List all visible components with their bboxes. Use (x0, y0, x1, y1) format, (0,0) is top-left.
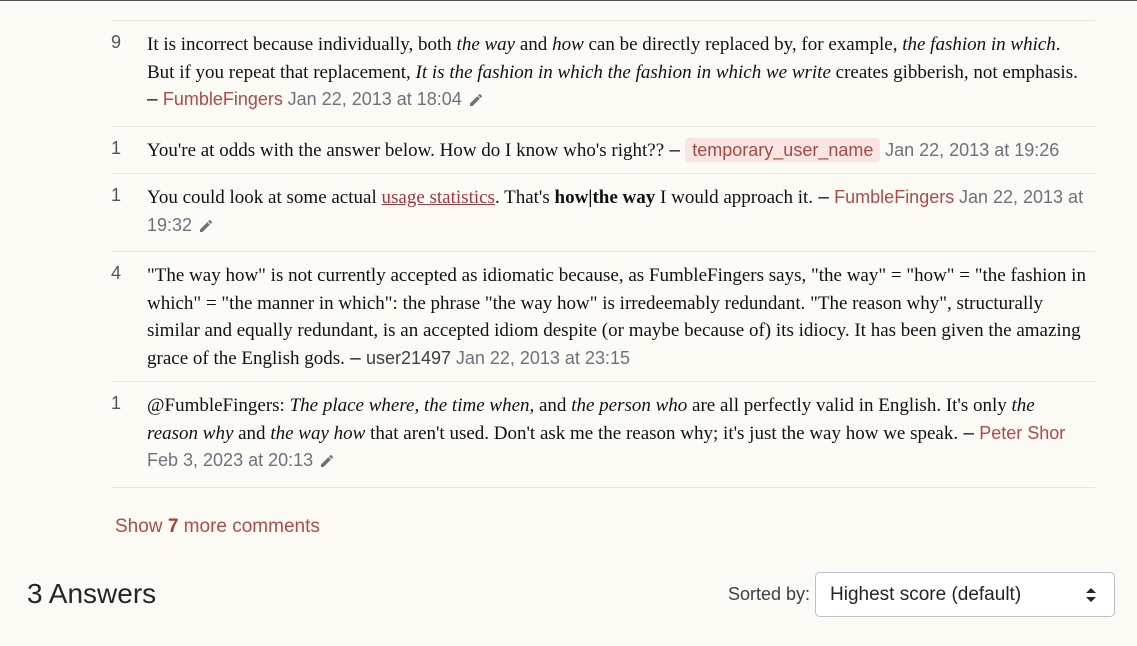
comments-list: 9 It is incorrect because individually, … (111, 20, 1095, 488)
comment-body: It is incorrect because individually, bo… (147, 31, 1095, 117)
comment-body: You're at odds with the answer below. Ho… (147, 137, 1095, 165)
comment-item: 1 @FumbleFingers: The place where, the t… (111, 382, 1095, 488)
answers-count-heading: 3 Answers (27, 578, 157, 609)
comment-score[interactable]: 1 (111, 137, 147, 165)
comment-author-link[interactable]: FumbleFingers (834, 187, 954, 207)
comment-date[interactable]: Jan 22, 2013 at 23:15 (456, 348, 630, 368)
comment-text: You're at odds with the answer below. Ho… (147, 139, 665, 161)
comment-text: are all perfectly valid in English. It's… (687, 395, 1012, 416)
comment-dash: – (664, 139, 686, 161)
comment-body: @FumbleFingers: The place where, the tim… (147, 392, 1095, 478)
show-more-comments-link[interactable]: Show 7 more comments (115, 516, 320, 538)
comment-emphasis: It is the fashion in which the fashion i… (415, 61, 831, 83)
show-more-count: 7 (167, 516, 179, 537)
pencil-icon[interactable] (198, 215, 214, 243)
show-more-prefix: Show (115, 516, 168, 537)
comment-dash: – (147, 89, 163, 110)
comment-emphasis: the person who (571, 395, 688, 416)
comment-text: that aren't used. Don't ask me the reaso… (365, 422, 959, 444)
comment-dash: – (958, 422, 980, 444)
show-more-suffix: more comments (178, 516, 320, 537)
comment-text: and (233, 422, 271, 444)
comment-date[interactable]: Jan 22, 2013 at 19:26 (885, 140, 1059, 160)
comment-text: You could look at some actual (147, 187, 382, 208)
pencil-icon[interactable] (468, 89, 484, 117)
comment-score[interactable]: 4 (111, 262, 147, 372)
comment-body: You could look at some actual usage stat… (147, 184, 1095, 242)
comment-text: and (534, 395, 572, 416)
comment-date[interactable]: Feb 3, 2023 at 20:13 (147, 450, 313, 470)
comment-score[interactable]: 1 (111, 184, 147, 242)
comment-text: @FumbleFingers: (147, 395, 290, 416)
sort-select-value: Highest score (default) (830, 584, 1022, 605)
comment-emphasis: how (552, 34, 584, 55)
comment-body: "The way how" is not currently accepted … (147, 262, 1095, 372)
comment-emphasis: The place where, the time when, (289, 395, 535, 416)
comment-author-op-badge[interactable]: temporary_user_name (685, 137, 881, 162)
comment-item: 1 You're at odds with the answer below. … (111, 127, 1095, 174)
sorted-by-label: Sorted by: (728, 584, 811, 604)
comment-text: It is incorrect because individually, bo… (147, 34, 457, 55)
comment-text: and (515, 34, 553, 55)
comment-score[interactable]: 1 (111, 392, 147, 478)
comment-author-link[interactable]: FumbleFingers (163, 89, 283, 109)
comment-date[interactable]: Jan 22, 2013 at 18:04 (288, 89, 462, 109)
sort-select[interactable]: Highest score (default) (815, 572, 1115, 617)
comment-text: I would approach it. (655, 187, 814, 208)
comment-item: 9 It is incorrect because individually, … (111, 21, 1095, 127)
comment-dash: – (344, 347, 366, 369)
pencil-icon[interactable] (319, 450, 335, 478)
updown-arrows-icon (1085, 587, 1097, 609)
top-divider (0, 0, 1137, 1)
comment-emphasis: the way (456, 34, 516, 55)
comment-author-link[interactable]: user21497 (366, 348, 451, 368)
usage-statistics-link[interactable]: usage statistics (382, 187, 495, 208)
comment-text: . That's (494, 187, 555, 208)
comment-text: creates gibberish, not emphasis. (830, 61, 1078, 83)
comment-score[interactable]: 9 (111, 31, 147, 117)
comment-emphasis: the way how (270, 422, 366, 444)
comment-author-link[interactable]: Peter Shor (979, 423, 1065, 443)
comment-text: can be directly replaced by, for example… (583, 34, 903, 55)
comment-emphasis: the fashion in which (902, 34, 1056, 55)
comment-bold: how|the way (554, 187, 656, 208)
comment-dash: – (813, 187, 835, 208)
comment-item: 1 You could look at some actual usage st… (111, 174, 1095, 252)
comment-item: 4 "The way how" is not currently accepte… (111, 252, 1095, 382)
